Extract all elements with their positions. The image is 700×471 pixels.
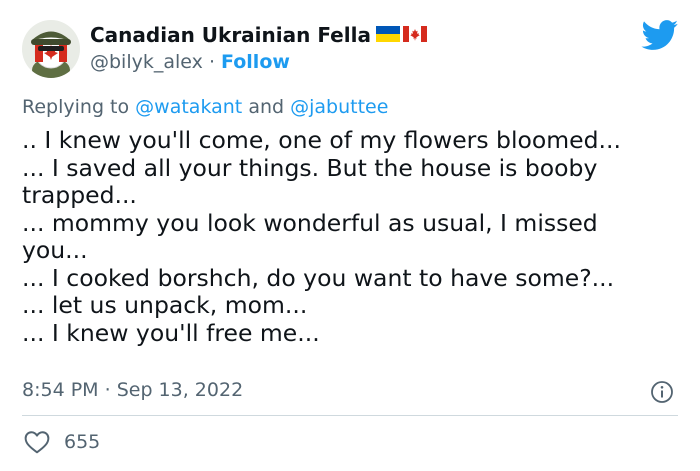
tweet-line: ... mommy you look wonderful as usual, I…: [22, 208, 598, 237]
timestamp-separator: ·: [104, 379, 111, 401]
tweet-line: ... let us unpack, mom...: [22, 291, 308, 319]
follow-button[interactable]: Follow: [221, 51, 290, 73]
reply-context: Replying to @watakant and @jabuttee: [22, 94, 388, 120]
tweet-date: Sep 13, 2022: [116, 379, 244, 401]
heart-icon[interactable]: [24, 430, 50, 454]
like-action[interactable]: 655: [24, 429, 100, 455]
tweet-line: trapped...: [22, 181, 137, 209]
reply-prefix: Replying to: [22, 96, 130, 118]
handle-separator: ·: [208, 51, 215, 73]
divider: [22, 415, 678, 416]
twitter-bird-icon[interactable]: [641, 20, 679, 51]
tweet-text: .. I knew you'll come, one of my flowers…: [22, 126, 682, 347]
author-name[interactable]: Canadian Ukrainian Fella: [90, 22, 371, 48]
tweet-line: you...: [22, 236, 88, 264]
tweet-line: .. I knew you'll come, one of my flowers…: [22, 126, 621, 154]
author-handle-row: @bilyk_alex · Follow: [90, 49, 290, 75]
reply-joiner: and: [248, 96, 285, 118]
canada-flag-icon: [402, 22, 427, 48]
mention-link[interactable]: @watakant: [135, 96, 242, 118]
info-icon[interactable]: [650, 380, 674, 404]
tweet-time: 8:54 PM: [22, 379, 99, 401]
tweet-line: ... I saved all your things. But the hou…: [22, 153, 598, 182]
mention-link[interactable]: @jabuttee: [290, 96, 388, 118]
tweet-timestamp[interactable]: 8:54 PM · Sep 13, 2022: [22, 377, 243, 403]
tweet-line: ... I knew you'll free me...: [22, 318, 320, 347]
ukraine-flag-icon: [375, 22, 400, 48]
author-handle[interactable]: @bilyk_alex: [90, 51, 203, 73]
like-count: 655: [64, 431, 101, 453]
tweet-line: ... I cooked borshch, do you want to hav…: [22, 263, 615, 292]
author-name-row[interactable]: Canadian Ukrainian Fella: [90, 22, 427, 48]
avatar[interactable]: [22, 20, 80, 78]
